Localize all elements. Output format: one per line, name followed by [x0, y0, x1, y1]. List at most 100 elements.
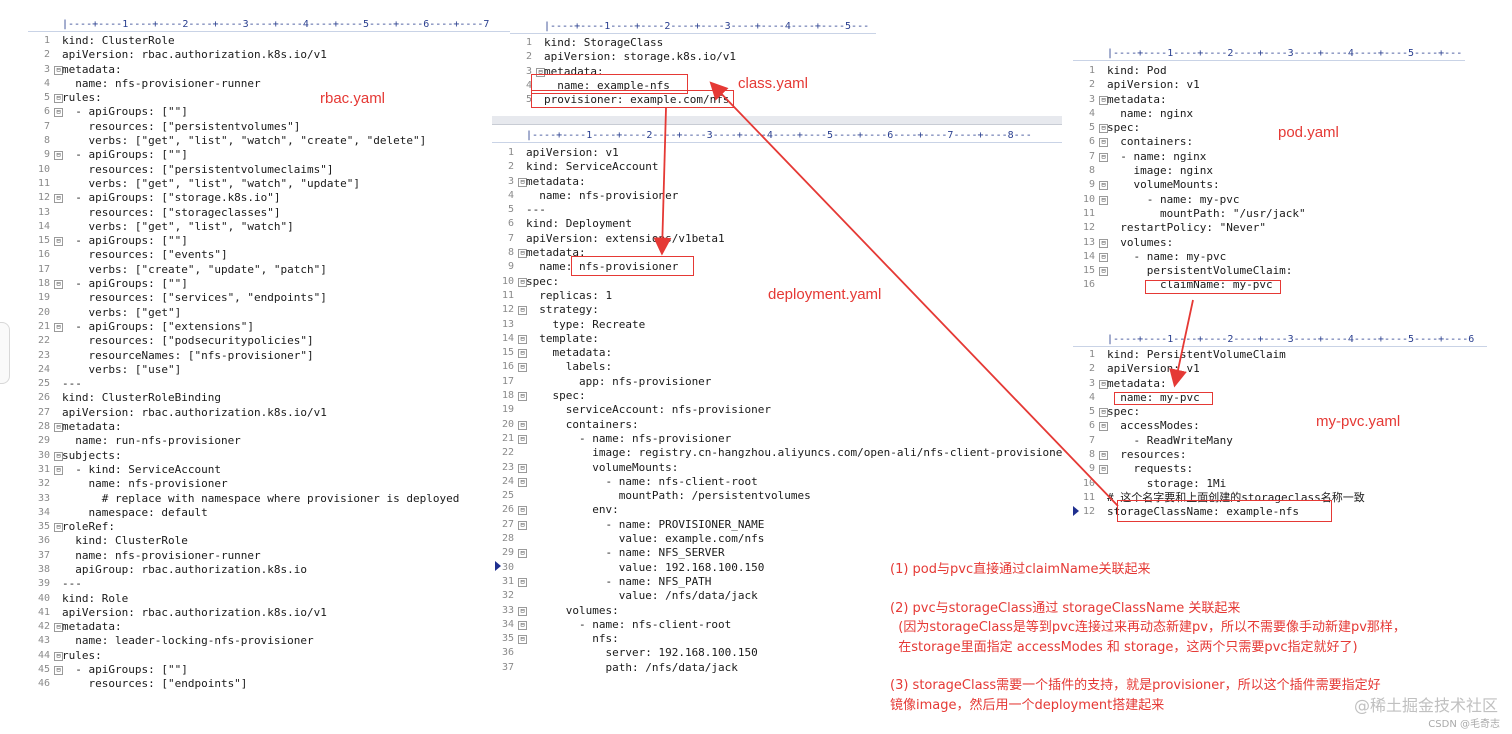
code-line[interactable]: 21 ⊟ - apiGroups: ["extensions"] — [28, 320, 510, 334]
code-line[interactable]: 2 apiVersion: v1 — [1073, 78, 1465, 92]
code-line[interactable]: 19 serviceAccount: nfs-provisioner — [492, 403, 1062, 417]
code-line[interactable]: 15 ⊟ metadata: — [492, 346, 1062, 360]
code-line[interactable]: 13 resources: ["storageclasses"] — [28, 206, 510, 220]
code-line[interactable]: 24 verbs: ["use"] — [28, 363, 510, 377]
code-line[interactable]: 10 ⊟ - name: my-pvc — [1073, 193, 1465, 207]
code-line[interactable]: 1 kind: ClusterRole — [28, 34, 510, 48]
code-line[interactable]: 5 ⊟ spec: — [1073, 121, 1465, 135]
rbac-code[interactable]: 1 kind: ClusterRole 2 apiVersion: rbac.auth… — [28, 34, 510, 692]
code-line[interactable]: 36 kind: ClusterRole — [28, 534, 510, 548]
code-line[interactable]: 11 verbs: ["get", "list", "watch", "upda… — [28, 177, 510, 191]
code-line[interactable]: 35 ⊟ roleRef: — [28, 520, 510, 534]
code-line[interactable]: 3 ⊟ metadata: — [28, 63, 510, 77]
code-line[interactable]: 38 apiGroup: rbac.authorization.k8s.io — [28, 563, 510, 577]
code-line[interactable]: 2 apiVersion: storage.k8s.io/v1 — [510, 50, 876, 64]
code-line[interactable]: 10 resources: ["persistentvolumeclaims"] — [28, 163, 510, 177]
code-line[interactable]: 27 ⊟ - name: PROVISIONER_NAME — [492, 518, 1062, 532]
code-line[interactable]: 8 verbs: ["get", "list", "watch", "creat… — [28, 134, 510, 148]
code-line[interactable]: 9 ⊟ volumeMounts: — [1073, 178, 1465, 192]
code-line[interactable]: 20 ⊟ containers: — [492, 418, 1062, 432]
code-line[interactable]: 31 ⊟ - kind: ServiceAccount — [28, 463, 510, 477]
code-line[interactable]: 42 ⊟ metadata: — [28, 620, 510, 634]
pvc-code[interactable]: 1 kind: PersistentVolumeClaim 2 apiVersion:… — [1073, 348, 1487, 520]
code-line[interactable]: 1 kind: StorageClass — [510, 36, 876, 50]
code-line[interactable]: 1 kind: Pod — [1073, 64, 1465, 78]
code-line[interactable]: 5 ⊟ spec: — [1073, 405, 1487, 419]
code-line[interactable]: 24 ⊟ - name: nfs-client-root — [492, 475, 1062, 489]
code-line[interactable]: 18 ⊟ - apiGroups: [""] — [28, 277, 510, 291]
code-line[interactable]: 1 kind: PersistentVolumeClaim — [1073, 348, 1487, 362]
code-line[interactable]: 43 name: leader-locking-nfs-provisioner — [28, 634, 510, 648]
code-line[interactable]: 10 storage: 1Mi — [1073, 477, 1487, 491]
code-line[interactable]: 14 ⊟ - name: my-pvc — [1073, 250, 1465, 264]
code-line[interactable]: 33 # replace with namespace where provis… — [28, 492, 510, 506]
code-line[interactable]: 45 ⊟ - apiGroups: [""] — [28, 663, 510, 677]
code-line[interactable]: 11 mountPath: "/usr/jack" — [1073, 207, 1465, 221]
pod-code[interactable]: 1 kind: Pod 2 apiVersion: v1 3 ⊟ metadata: 4 na… — [1073, 64, 1465, 293]
code-line[interactable]: 28 value: example.com/nfs — [492, 532, 1062, 546]
code-line[interactable]: 4 name: nfs-provisioner — [492, 189, 1062, 203]
code-line[interactable]: 17 app: nfs-provisioner — [492, 375, 1062, 389]
code-line[interactable]: 19 resources: ["services", "endpoints"] — [28, 291, 510, 305]
code-line[interactable]: 2 apiVersion: v1 — [1073, 362, 1487, 376]
code-line[interactable]: 1 apiVersion: v1 — [492, 146, 1062, 160]
code-line[interactable]: 46 resources: ["endpoints"] — [28, 677, 510, 691]
code-line[interactable]: 6 ⊟ - apiGroups: [""] — [28, 105, 510, 119]
code-line[interactable]: 40 kind: Role — [28, 592, 510, 606]
code-line[interactable]: 16 ⊟ labels: — [492, 360, 1062, 374]
code-line[interactable]: 12 ⊟ strategy: — [492, 303, 1062, 317]
code-line[interactable]: 39 --- — [28, 577, 510, 591]
code-line[interactable]: 25 mountPath: /persistentvolumes — [492, 489, 1062, 503]
code-line[interactable]: 6 ⊟ containers: — [1073, 135, 1465, 149]
code-line[interactable]: 14 verbs: ["get", "list", "watch"] — [28, 220, 510, 234]
code-line[interactable]: 14 ⊟ template: — [492, 332, 1062, 346]
code-line[interactable]: 4 name: nfs-provisioner-runner — [28, 77, 510, 91]
code-line[interactable]: 26 kind: ClusterRoleBinding — [28, 391, 510, 405]
code-line[interactable]: 6 ⊟ accessModes: — [1073, 419, 1487, 433]
code-line[interactable]: 7 resources: ["persistentvolumes"] — [28, 120, 510, 134]
code-line[interactable]: 22 resources: ["podsecuritypolicies"] — [28, 334, 510, 348]
code-line[interactable]: 13 type: Recreate — [492, 318, 1062, 332]
code-line[interactable]: 6 kind: Deployment — [492, 217, 1062, 231]
code-line[interactable]: 2 apiVersion: rbac.authorization.k8s.io/v… — [28, 48, 510, 62]
code-line[interactable]: 13 ⊟ volumes: — [1073, 236, 1465, 250]
code-line[interactable]: 5 --- — [492, 203, 1062, 217]
code-line[interactable]: 26 ⊟ env: — [492, 503, 1062, 517]
code-line[interactable]: 30 ⊟ subjects: — [28, 449, 510, 463]
code-line[interactable]: 18 ⊟ spec: — [492, 389, 1062, 403]
code-line[interactable]: 7 - ReadWriteMany — [1073, 434, 1487, 448]
code-line[interactable]: 20 verbs: ["get"] — [28, 306, 510, 320]
code-line[interactable]: 9 ⊟ requests: — [1073, 462, 1487, 476]
code-line[interactable]: 3 ⊟ metadata: — [1073, 377, 1487, 391]
code-line[interactable]: 29 ⊟ - name: NFS_SERVER — [492, 546, 1062, 560]
code-line[interactable]: 5 ⊟ rules: — [28, 91, 510, 105]
code-line[interactable]: 4 name: nginx — [1073, 107, 1465, 121]
side-collapse-handle[interactable] — [0, 322, 10, 384]
code-line[interactable]: 29 name: run-nfs-provisioner — [28, 434, 510, 448]
code-line[interactable]: 8 image: nginx — [1073, 164, 1465, 178]
code-line[interactable]: 9 ⊟ - apiGroups: [""] — [28, 148, 510, 162]
code-line[interactable]: 17 verbs: ["create", "update", "patch"] — [28, 263, 510, 277]
code-line[interactable]: 28 ⊟ metadata: — [28, 420, 510, 434]
code-line[interactable]: 23 resourceNames: ["nfs-provisioner"] — [28, 349, 510, 363]
code-line[interactable]: 23 ⊟ volumeMounts: — [492, 461, 1062, 475]
code-line[interactable]: 44 ⊟ rules: — [28, 649, 510, 663]
code-line[interactable]: 22 image: registry.cn-hangzhou.aliyuncs.… — [492, 446, 1062, 460]
code-line[interactable]: 7 ⊟ - name: nginx — [1073, 150, 1465, 164]
code-line[interactable]: 7 apiVersion: extensions/v1beta1 — [492, 232, 1062, 246]
code-line[interactable]: 25 --- — [28, 377, 510, 391]
code-line[interactable]: 21 ⊟ - name: nfs-provisioner — [492, 432, 1062, 446]
code-line[interactable]: 27 apiVersion: rbac.authorization.k8s.io/… — [28, 406, 510, 420]
code-line[interactable]: 34 namespace: default — [28, 506, 510, 520]
code-line[interactable]: 15 ⊟ persistentVolumeClaim: — [1073, 264, 1465, 278]
code-line[interactable]: 3 ⊟ metadata: — [1073, 93, 1465, 107]
code-line[interactable]: 15 ⊟ - apiGroups: [""] — [28, 234, 510, 248]
code-line[interactable]: 16 resources: ["events"] — [28, 248, 510, 262]
code-line[interactable]: 41 apiVersion: rbac.authorization.k8s.io/… — [28, 606, 510, 620]
code-line[interactable]: 12 restartPolicy: "Never" — [1073, 221, 1465, 235]
code-line[interactable]: 12 ⊟ - apiGroups: ["storage.k8s.io"] — [28, 191, 510, 205]
code-line[interactable]: 37 name: nfs-provisioner-runner — [28, 549, 510, 563]
code-line[interactable]: 2 kind: ServiceAccount — [492, 160, 1062, 174]
code-line[interactable]: 32 name: nfs-provisioner — [28, 477, 510, 491]
code-line[interactable]: 8 ⊟ resources: — [1073, 448, 1487, 462]
